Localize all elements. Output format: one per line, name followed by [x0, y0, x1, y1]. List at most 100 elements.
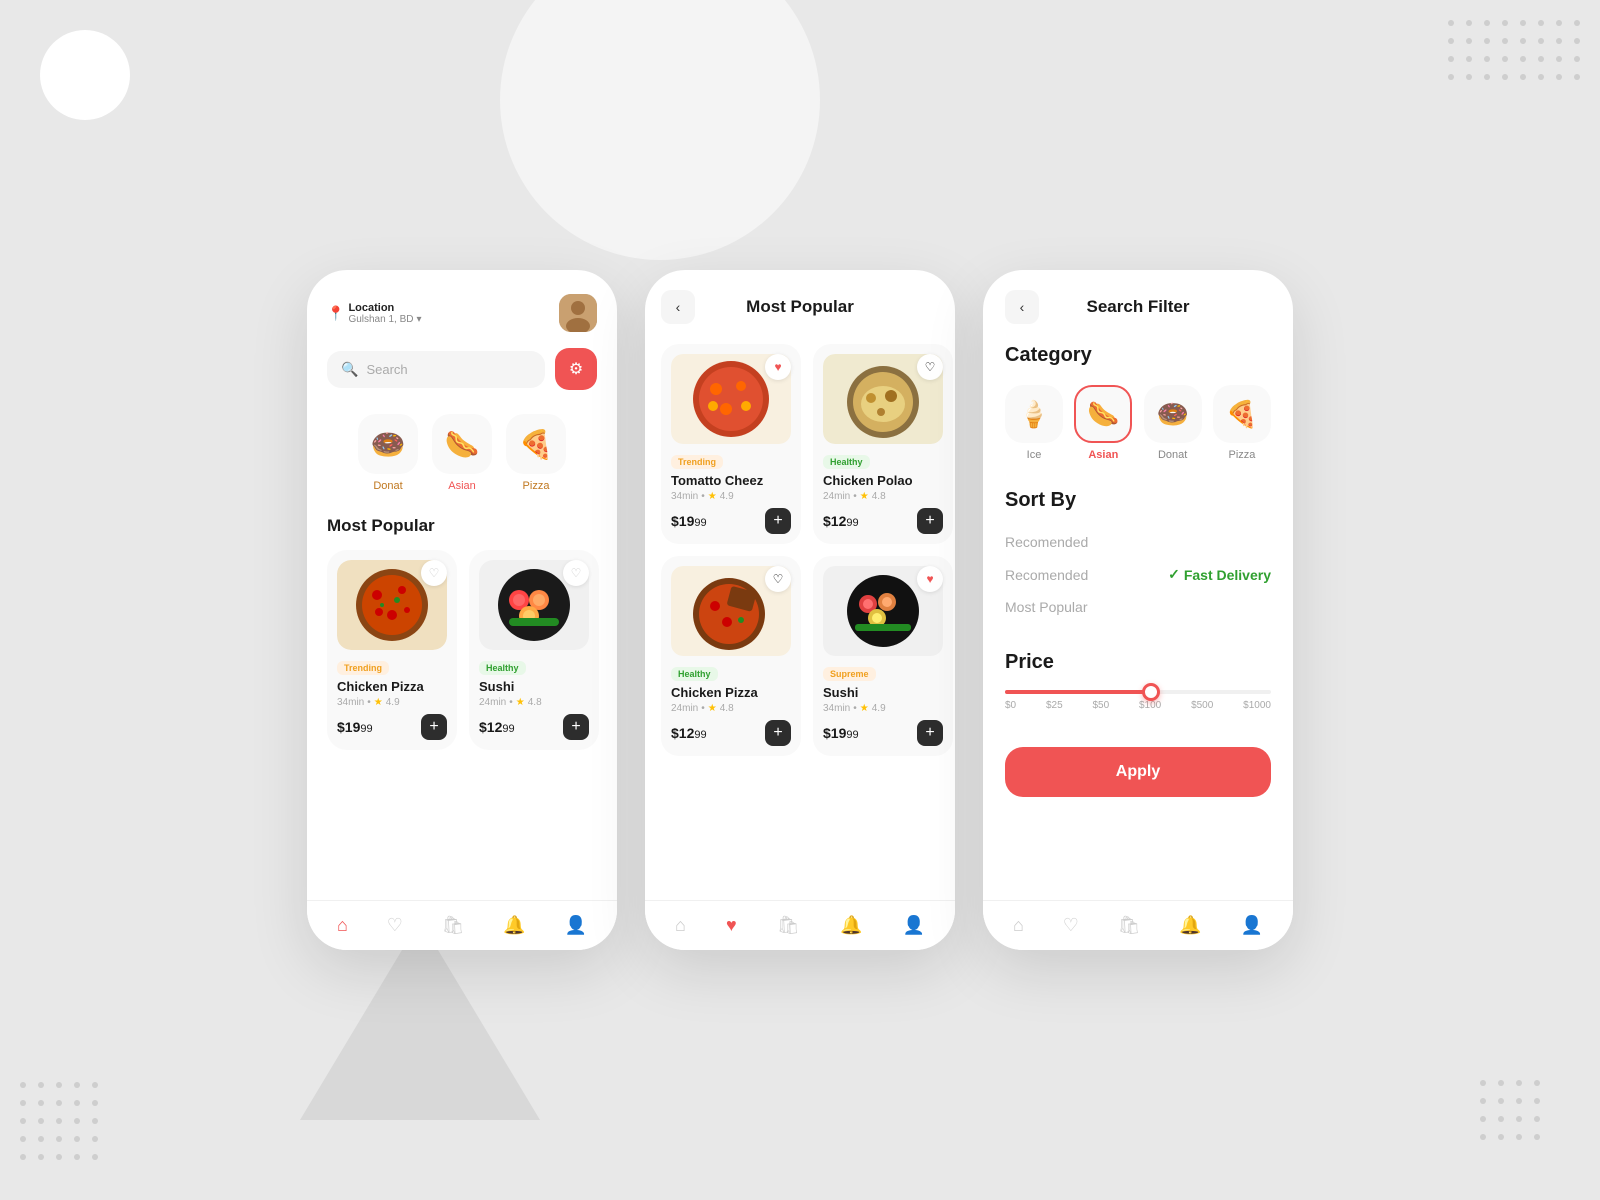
category-asian[interactable]: 🌭 Asian [432, 414, 492, 492]
bg-triangle [300, 920, 540, 1120]
bottom-nav-2: ⌂ ♥ 🛍 🔔 👤 [645, 900, 955, 950]
bg-circle-white [40, 30, 130, 120]
sort-label-recommended: Recomended [1005, 534, 1088, 550]
filter-cat-donat[interactable]: 🍩 Donat [1144, 385, 1202, 461]
price-polao: $1299 [823, 513, 859, 529]
price-row-cpizza: $1299 + [671, 720, 791, 746]
price-sushi2: $1999 [823, 725, 859, 741]
price-1: $1999 [337, 719, 373, 735]
nav-heart-1[interactable]: ♡ [387, 915, 403, 936]
asian-icon-wrap: 🌭 [432, 414, 492, 474]
nav-bag-3[interactable]: 🛍 [1118, 915, 1141, 936]
filter-cat-asian[interactable]: 🌭 Asian [1074, 385, 1132, 461]
food-card-chicken-pizza: ♡ [327, 550, 457, 750]
nav-person-2[interactable]: 👤 [903, 915, 925, 936]
dot-grid-top-right [1448, 20, 1580, 80]
sort-option-recommended[interactable]: Recomended [1005, 526, 1271, 558]
price-label-500: $500 [1191, 700, 1213, 711]
price-slider-thumb[interactable] [1142, 683, 1160, 701]
name-tomatto: Tomatto Cheez [671, 473, 791, 488]
nav-home-2[interactable]: ⌂ [675, 915, 686, 936]
add-button-2[interactable]: + [563, 714, 589, 740]
heart-sushi2[interactable]: ♥ [917, 566, 943, 592]
price-slider-container: $0 $25 $50 $100 $500 $1000 [1005, 690, 1271, 711]
screen2-header: ‹ Most Popular [661, 290, 939, 324]
heart-cpizza[interactable]: ♡ [765, 566, 791, 592]
food-name-2: Sushi [479, 679, 589, 694]
back-button-2[interactable]: ‹ [661, 290, 695, 324]
asian-icon-filter: 🌭 [1074, 385, 1132, 443]
pop-card-cpizza: ♡ Healthy Ch [661, 556, 801, 756]
search-box[interactable]: 🔍 Search [327, 351, 545, 388]
nav-bell-2[interactable]: 🔔 [840, 915, 862, 936]
nav-bag-2[interactable]: 🛍 [777, 915, 800, 936]
food-name-1: Chicken Pizza [337, 679, 447, 694]
sort-selected-fast: ✓ Fast Delivery [1168, 566, 1271, 583]
nav-bell-3[interactable]: 🔔 [1179, 915, 1201, 936]
nav-bell-1[interactable]: 🔔 [503, 915, 525, 936]
avatar[interactable] [559, 294, 597, 332]
search-filter-screen: ‹ Search Filter Category 🍦 Ice 🌭 Asian 🍩… [983, 270, 1293, 950]
donat-icon-wrap: 🍩 [358, 414, 418, 474]
pizza-label-filter: Pizza [1229, 449, 1256, 461]
meta-cpizza: 24min • ★ 4.8 [671, 703, 791, 714]
dot-grid-bottom-left [20, 1082, 98, 1160]
nav-heart-2[interactable]: ♥ [726, 915, 737, 936]
add-sushi2[interactable]: + [917, 720, 943, 746]
price-row-1: $1999 + [337, 714, 447, 740]
nav-home-3[interactable]: ⌂ [1013, 915, 1024, 936]
back-button-3[interactable]: ‹ [1005, 290, 1039, 324]
heart-button-1[interactable]: ♡ [421, 560, 447, 586]
badge-tomatto: Trending [671, 455, 723, 469]
donat-icon-filter: 🍩 [1144, 385, 1202, 443]
nav-home-1[interactable]: ⌂ [337, 915, 348, 936]
meta-sushi2: 34min • ★ 4.9 [823, 703, 943, 714]
filter-cat-ice[interactable]: 🍦 Ice [1005, 385, 1063, 461]
pop-card-tomatto: ♥ Trending T [661, 344, 801, 544]
pin-icon: 📍 [327, 305, 344, 322]
most-popular-screen: ‹ Most Popular ♥ [645, 270, 955, 950]
food-meta-2: 24min • ★ 4.8 [479, 697, 589, 708]
apply-button[interactable]: Apply [1005, 747, 1271, 797]
add-polao[interactable]: + [917, 508, 943, 534]
ice-icon: 🍦 [1005, 385, 1063, 443]
sort-option-most-popular[interactable]: Most Popular [1005, 591, 1271, 623]
category-filter-row: 🍦 Ice 🌭 Asian 🍩 Donat 🍕 Pizza [1005, 385, 1271, 461]
heart-polao[interactable]: ♡ [917, 354, 943, 380]
filter-cat-pizza[interactable]: 🍕 Pizza [1213, 385, 1271, 461]
food-card-sushi: ♡ Healt [469, 550, 599, 750]
search-icon: 🔍 [341, 361, 358, 378]
sort-options: Recomended Recomended ✓ Fast Delivery Mo… [1005, 526, 1271, 623]
home-screen: 📍 Location Gulshan 1, BD ▾ [307, 270, 617, 950]
nav-heart-3[interactable]: ♡ [1063, 915, 1079, 936]
category-list: 🍩 Donat 🌭 Asian 🍕 Pizza [327, 414, 597, 492]
nav-person-3[interactable]: 👤 [1241, 915, 1263, 936]
search-input-placeholder: Search [366, 362, 407, 377]
price-row-sushi2: $1999 + [823, 720, 943, 746]
filter-button[interactable]: ⚙ [555, 348, 597, 390]
add-tomatto[interactable]: + [765, 508, 791, 534]
donat-label: Donat [373, 480, 402, 492]
category-donat[interactable]: 🍩 Donat [358, 414, 418, 492]
heart-tomatto[interactable]: ♥ [765, 354, 791, 380]
filter-icon: ⚙ [569, 359, 583, 379]
pop-card-sushi2: ♥ [813, 556, 953, 756]
nav-bag-1[interactable]: 🛍 [442, 915, 465, 936]
donat-label-filter: Donat [1158, 449, 1187, 461]
price-label-50: $50 [1092, 700, 1109, 711]
meta-tomatto: 34min • ★ 4.9 [671, 491, 791, 502]
add-button-1[interactable]: + [421, 714, 447, 740]
sort-section-title: Sort By [1005, 489, 1271, 512]
sort-option-fast-delivery[interactable]: Recomended ✓ Fast Delivery [1005, 558, 1271, 591]
badge-trending-1: Trending [337, 661, 389, 675]
badge-polao: Healthy [823, 455, 870, 469]
screens-container: 📍 Location Gulshan 1, BD ▾ [307, 270, 1293, 950]
heart-button-2[interactable]: ♡ [563, 560, 589, 586]
category-pizza[interactable]: 🍕 Pizza [506, 414, 566, 492]
badge-cpizza: Healthy [671, 667, 718, 681]
price-row-2: $1299 + [479, 714, 589, 740]
name-cpizza: Chicken Pizza [671, 685, 791, 700]
add-cpizza[interactable]: + [765, 720, 791, 746]
check-icon: ✓ [1168, 566, 1180, 583]
nav-person-1[interactable]: 👤 [565, 915, 587, 936]
